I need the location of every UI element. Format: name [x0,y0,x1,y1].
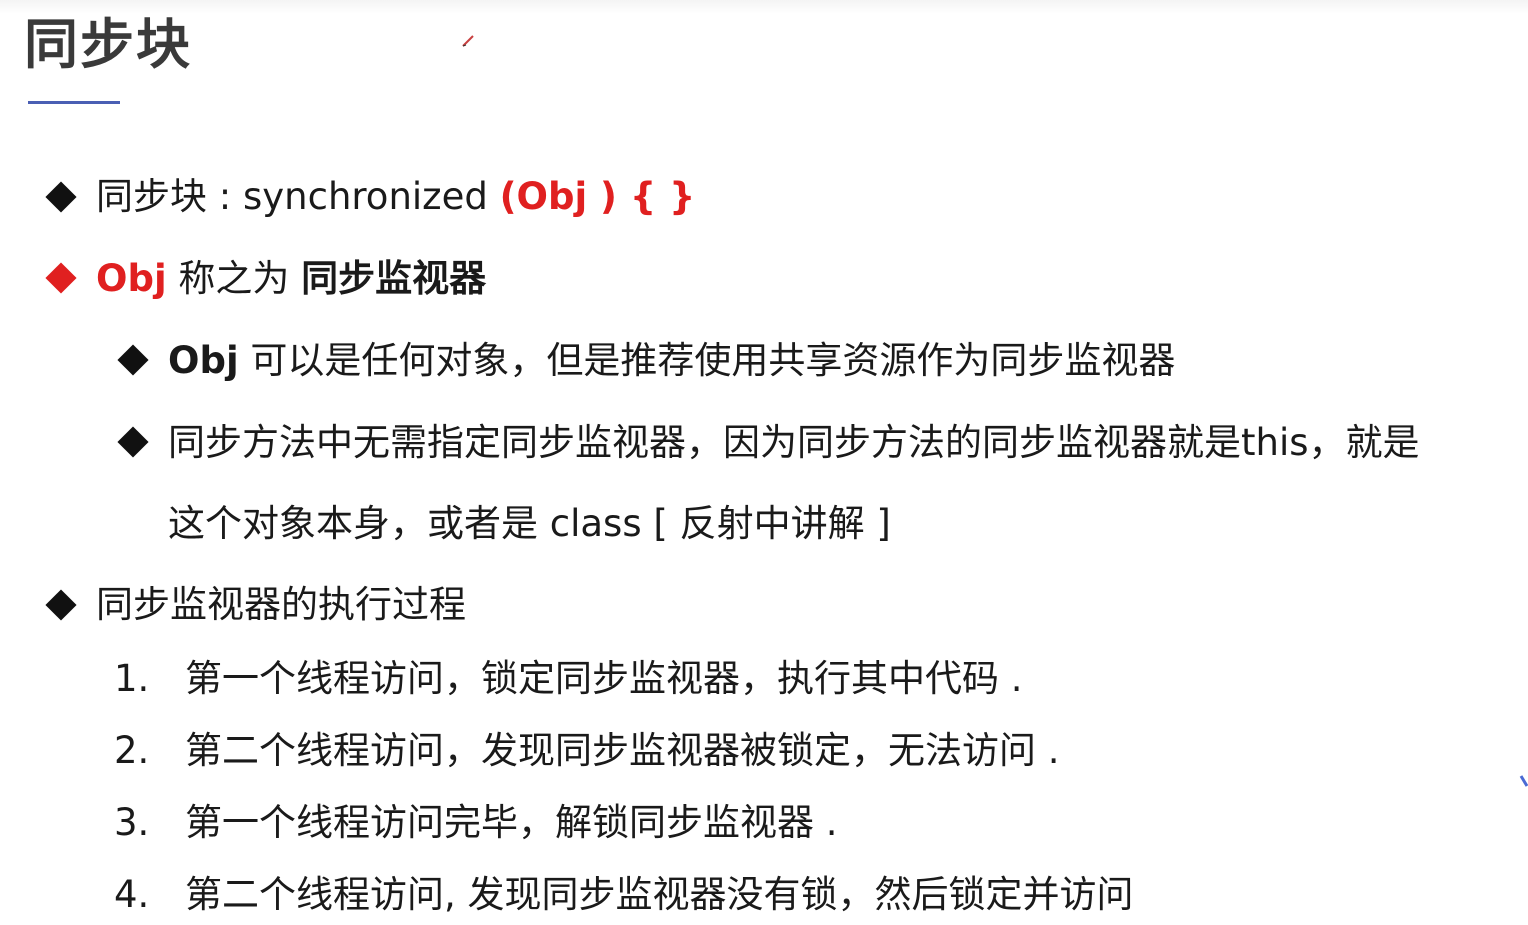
step-number: 2. [114,729,150,772]
edge-arrow-icon [1519,775,1528,787]
obj-keyword: Obj [168,339,239,382]
bullet-synchronized-block: 同步块 : synchronized (Obj ) { } [96,174,695,220]
step-number: 4. [114,873,150,916]
sub-bullet-diamond-icon [117,344,149,376]
sub-bullet-sync-method-line1: 同步方法中无需指定同步监视器，因为同步方法的同步监视器就是this，就是 [168,421,1420,464]
title-underline [28,101,120,104]
slide: 同步块 同步块 : synchronized (Obj ) { } Obj 称之… [0,0,1528,925]
monitor-term: 同步监视器 [301,257,487,300]
bullet-diamond-red-icon [45,262,77,294]
obj-keyword: Obj [96,257,167,300]
step-text: 第一个线程访问，锁定同步监视器，执行其中代码 . [185,657,1023,700]
sub-bullet-diamond-icon [117,426,149,458]
slide-title: 同步块 [24,13,192,76]
bullet-diamond-icon [45,589,77,621]
step-number: 1. [114,657,150,700]
sub-bullet-sync-method-line2: 这个对象本身，或者是 class [ 反射中讲解 ] [168,502,891,545]
bullet-text: 称之为 [166,257,302,300]
bullet-obj-monitor: Obj 称之为 同步监视器 [96,256,486,302]
step-text: 第二个线程访问, 发现同步监视器没有锁，然后锁定并访问 [185,873,1134,916]
step-text: 第一个线程访问完毕，解锁同步监视器 . [185,801,838,844]
pen-cursor-icon [462,35,474,47]
syntax-highlight: (Obj ) { } [499,175,696,218]
step-text: 第二个线程访问，发现同步监视器被锁定，无法访问 . [185,729,1060,772]
process-heading: 同步监视器的执行过程 [96,583,466,626]
sub-bullet-text: 可以是任何对象，但是推荐使用共享资源作为同步监视器 [238,339,1176,382]
bullet-text: 同步块 : synchronized [96,175,500,218]
step-number: 3. [114,801,150,844]
bullet-diamond-icon [45,181,77,213]
sub-bullet-obj-any: Obj 可以是任何对象，但是推荐使用共享资源作为同步监视器 [168,338,1175,384]
